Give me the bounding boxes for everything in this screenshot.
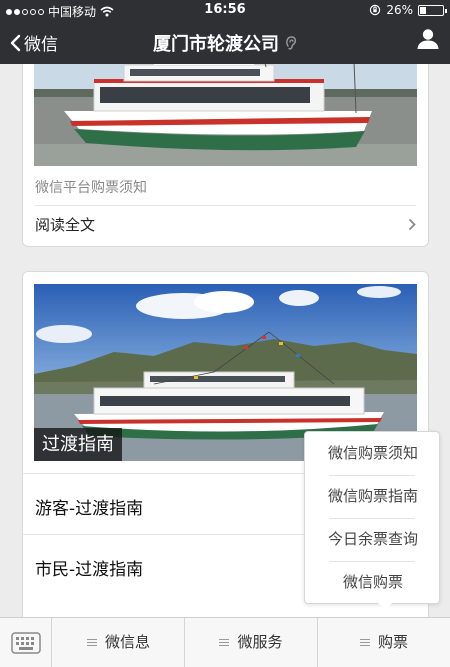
submenu-pointer [378,603,392,610]
status-right: 26% [369,3,447,17]
menu-button-info[interactable]: 微信息 [53,618,185,667]
list-item-tourist-guide[interactable]: 游客-过渡指南 [35,494,143,519]
menu-lines-icon [359,637,370,648]
image-caption: 过渡指南 [34,428,122,461]
divider [35,205,416,206]
battery-icon [418,4,447,16]
battery-fill [420,6,426,14]
page-title-text: 厦门市轮渡公司 [153,34,279,55]
list-item-citizen-guide[interactable]: 市民-过渡指南 [35,555,143,580]
keyboard-toggle-button[interactable] [0,618,52,667]
ferry-photo [34,64,417,166]
battery-percent: 26% [386,3,413,17]
menu-button-label: 购票 [377,633,408,651]
rotation-lock-icon [370,4,381,16]
submenu-item-buy-ticket[interactable]: 微信购票 [305,561,441,604]
menu-button-label: 微信息 [104,633,150,651]
user-profile-button[interactable] [416,28,440,54]
ferry-illustration [34,64,417,166]
submenu-item-remaining-tickets[interactable]: 今日余票查询 [305,518,441,561]
menu-lines-icon [219,637,230,648]
menu-lines-icon [86,637,97,648]
user-icon [417,29,439,49]
article-description: 微信平台购票须知 [35,180,147,196]
menu-button-tickets[interactable]: 购票 [318,618,450,667]
keyboard-icon [11,632,41,654]
bottom-menu-bar: 微信息 微服务 购票 [0,617,450,667]
submenu-item-ticket-notice[interactable]: 微信购票须知 [305,432,441,475]
ear-icon [285,35,297,56]
nav-bar: 微信 厦门市轮渡公司 [0,20,450,64]
read-full-article-link[interactable]: 阅读全文 [35,214,95,235]
menu-button-services[interactable]: 微服务 [185,618,318,667]
ticket-submenu: 微信购票须知 微信购票指南 今日余票查询 微信购票 [304,431,440,604]
page-title: 厦门市轮渡公司 [0,30,450,56]
menu-button-label: 微服务 [237,633,283,651]
submenu-item-ticket-guide[interactable]: 微信购票指南 [305,475,441,518]
article-card-ticket-notice[interactable]: 微信平台购票须知 阅读全文 [22,64,429,247]
status-bar: 中国移动 16:56 26% [0,0,450,20]
chevron-right-icon [408,216,416,235]
